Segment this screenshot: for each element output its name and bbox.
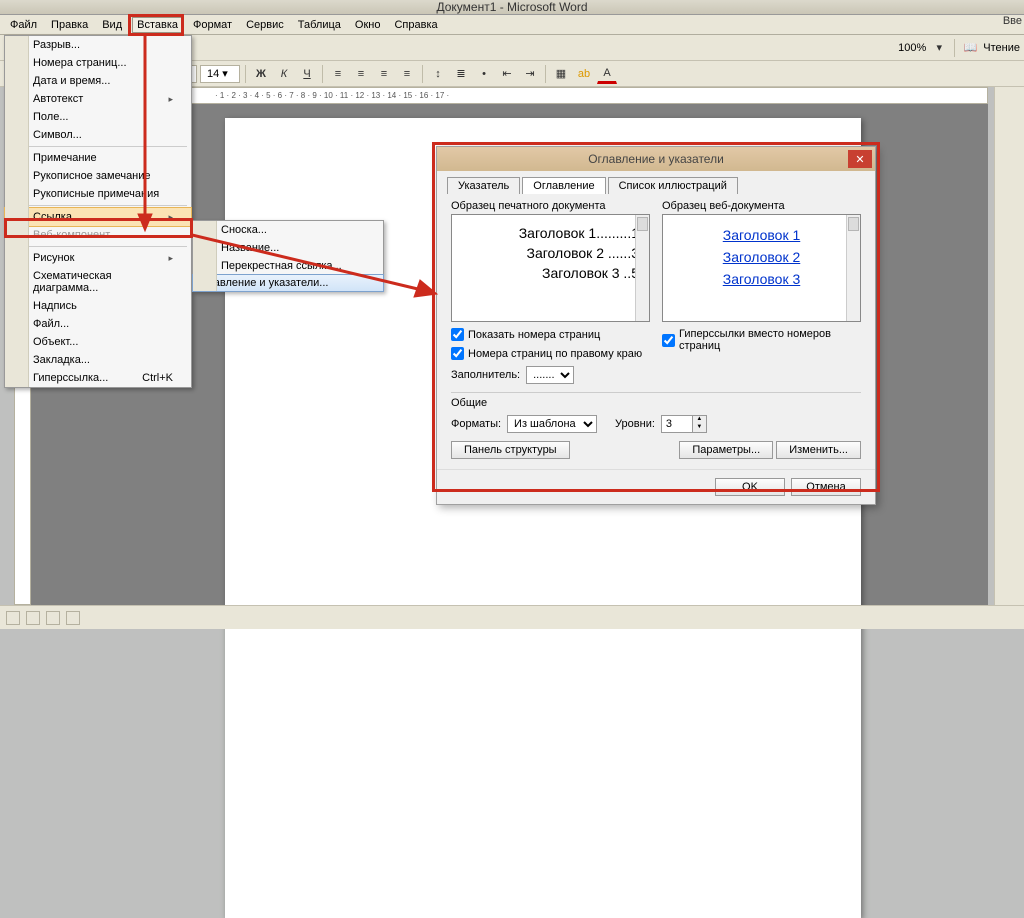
font-size-box[interactable]: 14 ▾ [200,65,240,83]
zoom-dropdown-icon[interactable]: ▾ [929,38,949,58]
toc-dialog: Оглавление и указатели ✕ Указатель Оглав… [436,146,876,505]
reading-label[interactable]: Чтение [983,42,1020,54]
outline-panel-button[interactable]: Панель структуры [451,441,570,459]
levels-spinner[interactable]: ▲▼ [661,415,707,433]
show-pagenums-checkbox[interactable] [451,328,464,341]
underline-icon[interactable]: Ч [297,64,317,84]
statusbar [0,605,1024,629]
menu-item-bookmark[interactable]: Закладка... [5,351,191,369]
menu-item-picture[interactable]: Рисунок▸ [5,249,191,267]
right-label: Вве [1003,15,1022,27]
params-button[interactable]: Параметры... [679,441,773,459]
menu-item-comment[interactable]: Примечание [5,149,191,167]
menu-item-object[interactable]: Объект... [5,333,191,351]
menu-item-inknotes[interactable]: Рукописные примечания [5,185,191,203]
menu-service[interactable]: Сервис [242,18,288,32]
align-right-icon[interactable]: ≡ [374,64,394,84]
menu-item-hyperlink[interactable]: Гиперссылка...Ctrl+K [5,369,191,387]
web-h1: Заголовок 1 [673,227,850,243]
menu-item-break[interactable]: Разрыв... [5,36,191,54]
ok-button[interactable]: OK [715,478,785,496]
bullets-icon[interactable]: • [474,64,494,84]
menu-view[interactable]: Вид [98,18,126,32]
bold-icon[interactable]: Ж [251,64,271,84]
menu-item-ink[interactable]: Рукописное замечание [5,167,191,185]
scrollbar-stub[interactable] [635,215,649,321]
menu-format[interactable]: Формат [189,18,236,32]
menu-item-datetime[interactable]: Дата и время... [5,72,191,90]
font-color-icon[interactable]: A [597,64,617,84]
web-h2: Заголовок 2 [673,249,850,265]
borders-icon[interactable]: ▦ [551,64,571,84]
align-left-icon[interactable]: ≡ [328,64,348,84]
print-sample-label: Образец печатного документа [451,200,650,212]
insert-menu: Разрыв... Номера страниц... Дата и время… [4,35,192,388]
hyperlinks-checkbox[interactable] [662,334,675,347]
menu-item-link[interactable]: Ссылка▸ [4,207,192,227]
view-outline-icon[interactable] [66,611,80,625]
tab-toc[interactable]: Оглавление [522,177,605,194]
right-align-label: Номера страниц по правому краю [468,348,642,360]
print-preview: Заголовок 1.........1 Заголовок 2 ......… [451,214,650,322]
show-pagenums-label: Показать номера страниц [468,329,600,341]
menu-item-diagram[interactable]: Схематическая диаграмма... [5,267,191,297]
view-print-icon[interactable] [46,611,60,625]
web-sample-label: Образец веб-документа [662,200,861,212]
menu-item-pagenums[interactable]: Номера страниц... [5,54,191,72]
dialog-title: Оглавление и указатели ✕ [437,147,875,171]
view-web-icon[interactable] [26,611,40,625]
outdent-icon[interactable]: ⇤ [497,64,517,84]
submenu-toc[interactable]: Оглавление и указатели... [192,274,384,292]
submenu-crossref[interactable]: Перекрестная ссылка... [193,257,383,275]
filler-label: Заполнитель: [451,369,520,381]
web-preview: Заголовок 1 Заголовок 2 Заголовок 3 [662,214,861,322]
menu-item-autotext[interactable]: Автотекст▸ [5,90,191,108]
indent-icon[interactable]: ⇥ [520,64,540,84]
menu-item-symbol[interactable]: Символ... [5,126,191,144]
menu-help[interactable]: Справка [390,18,441,32]
submenu-footnote[interactable]: Сноска... [193,221,383,239]
web-h3: Заголовок 3 [673,271,850,287]
menu-table[interactable]: Таблица [294,18,345,32]
highlight-icon[interactable]: ab [574,64,594,84]
dialog-close-button[interactable]: ✕ [848,150,872,168]
numbering-icon[interactable]: ≣ [451,64,471,84]
submenu-caption[interactable]: Название... [193,239,383,257]
menu-edit[interactable]: Правка [47,18,92,32]
levels-input[interactable] [662,416,692,432]
right-align-checkbox[interactable] [451,347,464,360]
menu-item-field[interactable]: Поле... [5,108,191,126]
modify-button[interactable]: Изменить... [776,441,861,459]
zoom-value[interactable]: 100% [898,42,926,54]
menu-item-file[interactable]: Файл... [5,315,191,333]
menu-insert[interactable]: Вставка [132,17,183,33]
hyperlinks-label: Гиперссылки вместо номеров страниц [679,328,861,352]
formats-select[interactable]: Из шаблона [507,415,597,433]
cancel-button[interactable]: Отмена [791,478,861,496]
align-center-icon[interactable]: ≡ [351,64,371,84]
task-pane-edge [994,87,1024,605]
scrollbar-stub[interactable] [846,215,860,321]
link-submenu: Сноска... Название... Перекрестная ссылк… [192,220,384,292]
formats-label: Форматы: [451,418,501,430]
tab-figures[interactable]: Список иллюстраций [608,177,738,194]
window-title: Документ1 - Microsoft Word [0,0,1024,15]
levels-label: Уровни: [615,418,655,430]
line-spacing-icon[interactable]: ↕ [428,64,448,84]
view-normal-icon[interactable] [6,611,20,625]
menu-item-webcomp[interactable]: Веб-компонент... [5,226,191,244]
italic-icon[interactable]: К [274,64,294,84]
menubar: Файл Правка Вид Вставка Формат Сервис Та… [0,15,1024,35]
tab-index[interactable]: Указатель [447,177,520,194]
menu-item-textbox[interactable]: Надпись [5,297,191,315]
menu-window[interactable]: Окно [351,18,385,32]
general-label: Общие [451,397,861,409]
menu-file[interactable]: Файл [6,18,41,32]
justify-icon[interactable]: ≡ [397,64,417,84]
filler-select[interactable]: ....... [526,366,574,384]
reading-icon[interactable]: 📖 [960,38,980,58]
